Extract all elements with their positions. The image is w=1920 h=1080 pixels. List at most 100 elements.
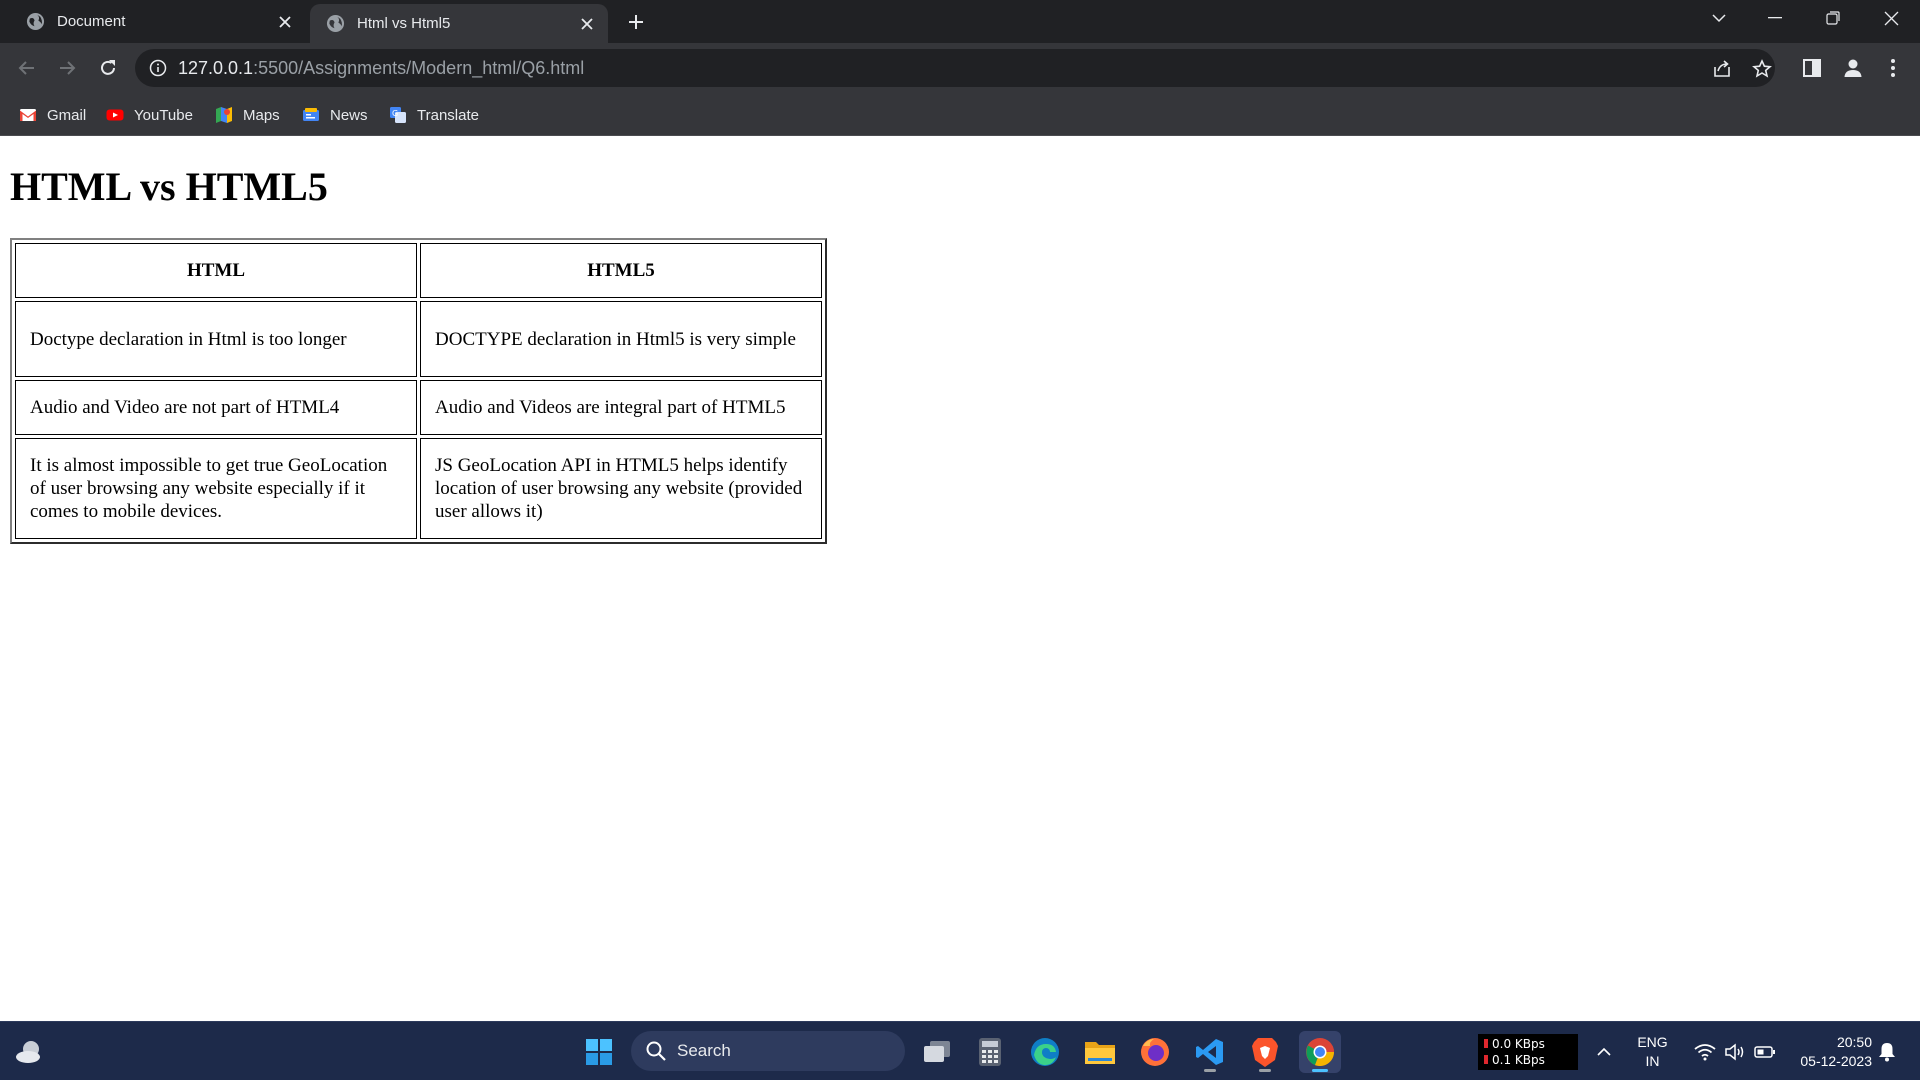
table-cell: Audio and Video are not part of HTML4 bbox=[15, 380, 417, 435]
download-arrow-icon bbox=[1484, 1055, 1488, 1064]
running-indicator bbox=[1312, 1069, 1328, 1072]
column-header-html5: HTML5 bbox=[420, 243, 822, 298]
tab-title: Html vs Html5 bbox=[357, 15, 451, 32]
svg-text:G: G bbox=[392, 109, 398, 118]
windows-logo-icon bbox=[586, 1039, 612, 1065]
close-window-button[interactable] bbox=[1863, 0, 1919, 36]
share-icon[interactable] bbox=[1712, 59, 1732, 79]
firefox-icon bbox=[1141, 1038, 1169, 1066]
taskbar-search[interactable]: Search bbox=[631, 1031, 905, 1071]
reload-icon bbox=[101, 60, 115, 75]
table-cell: DOCTYPE declaration in Html5 is very sim… bbox=[420, 301, 822, 377]
brave-icon bbox=[1252, 1038, 1278, 1067]
quick-settings-button[interactable] bbox=[1685, 1031, 1785, 1073]
bookmark-youtube[interactable]: YouTube bbox=[106, 104, 193, 126]
bell-icon bbox=[1879, 1043, 1895, 1062]
maps-icon bbox=[216, 107, 232, 123]
search-icon bbox=[646, 1041, 666, 1061]
weather-widget[interactable] bbox=[8, 1031, 50, 1073]
taskbar-app-chrome[interactable] bbox=[1299, 1031, 1341, 1073]
menu-button[interactable] bbox=[1880, 55, 1906, 81]
task-view-button[interactable] bbox=[916, 1031, 958, 1073]
url-path: :5500/Assignments/Modern_html/Q6.html bbox=[253, 58, 585, 78]
arrow-right-icon bbox=[60, 61, 76, 75]
wifi-icon bbox=[1694, 1044, 1716, 1061]
bookmark-gmail[interactable]: Gmail bbox=[19, 104, 86, 126]
globe-icon bbox=[326, 14, 345, 33]
bookmark-translate[interactable]: G Translate bbox=[389, 104, 479, 126]
bookmark-news[interactable]: News bbox=[302, 104, 368, 126]
table-cell: It is almost impossible to get true GeoL… bbox=[15, 438, 417, 539]
network-speed-meter: 0.0 KBps 0.1 KBps bbox=[1478, 1034, 1578, 1070]
chrome-icon bbox=[1306, 1038, 1334, 1067]
clock-date: 05-12-2023 bbox=[1800, 1053, 1872, 1069]
table-cell: JS GeoLocation API in HTML5 helps identi… bbox=[420, 438, 822, 539]
vscode-icon bbox=[1196, 1039, 1223, 1065]
tab-html-vs-html5[interactable]: Html vs Html5 bbox=[310, 4, 608, 43]
upload-speed: 0.0 KBps bbox=[1492, 1037, 1545, 1051]
minimize-button[interactable] bbox=[1747, 0, 1803, 36]
minimize-icon bbox=[1768, 17, 1782, 19]
globe-icon bbox=[26, 12, 45, 31]
task-view-icon bbox=[924, 1041, 950, 1062]
battery-icon bbox=[1754, 1046, 1775, 1058]
new-tab-button[interactable] bbox=[620, 6, 652, 38]
tab-document[interactable]: Document bbox=[0, 0, 306, 43]
table-header-row: HTML HTML5 bbox=[15, 243, 822, 298]
bookmark-label: Gmail bbox=[47, 106, 87, 124]
side-panel-icon bbox=[1803, 59, 1821, 77]
tab-search-button[interactable] bbox=[1691, 0, 1747, 36]
bookmark-label: Maps bbox=[243, 106, 280, 124]
table-row: It is almost impossible to get true GeoL… bbox=[15, 438, 822, 539]
arrow-left-icon bbox=[18, 61, 34, 75]
back-button[interactable] bbox=[12, 53, 42, 83]
language-code: ENG bbox=[1637, 1034, 1668, 1050]
forward-button[interactable] bbox=[52, 53, 82, 83]
restore-button[interactable] bbox=[1805, 0, 1861, 36]
taskbar-app-file-explorer[interactable] bbox=[1079, 1031, 1121, 1073]
url-text: 127.0.0.1:5500/Assignments/Modern_html/Q… bbox=[178, 58, 584, 79]
calculator-icon bbox=[979, 1038, 1001, 1066]
input-language-indicator[interactable]: ENG IN bbox=[1630, 1033, 1675, 1071]
table-row: Doctype declaration in Html is too longe… bbox=[15, 301, 822, 377]
weather-cloud-icon bbox=[16, 1041, 40, 1063]
side-panel-button[interactable] bbox=[1799, 55, 1825, 81]
page-viewport: HTML vs HTML5 HTML HTML5 Doctype declara… bbox=[0, 136, 1920, 1021]
chevron-down-icon bbox=[1712, 14, 1726, 23]
start-button[interactable] bbox=[578, 1031, 620, 1073]
show-hidden-icons-button[interactable] bbox=[1583, 1031, 1625, 1073]
address-bar[interactable]: 127.0.0.1:5500/Assignments/Modern_html/Q… bbox=[135, 49, 1775, 87]
reload-button[interactable] bbox=[93, 53, 123, 83]
comparison-table: HTML HTML5 Doctype declaration in Html i… bbox=[10, 238, 827, 544]
bookmarks-bar: Gmail YouTube Maps News G Translate bbox=[0, 93, 1920, 136]
youtube-icon bbox=[106, 109, 124, 121]
page-heading: HTML vs HTML5 bbox=[10, 164, 328, 209]
taskbar-app-edge[interactable] bbox=[1024, 1031, 1066, 1073]
profile-button[interactable] bbox=[1840, 55, 1866, 81]
chevron-up-icon bbox=[1597, 1047, 1611, 1056]
browser-toolbar: 127.0.0.1:5500/Assignments/Modern_html/Q… bbox=[0, 43, 1920, 93]
taskbar-app-calculator[interactable] bbox=[969, 1031, 1011, 1073]
tab-title: Document bbox=[57, 13, 126, 30]
news-icon bbox=[303, 108, 319, 121]
url-host: 127.0.0.1 bbox=[178, 58, 254, 78]
clock[interactable]: 20:50 05-12-2023 bbox=[1782, 1033, 1872, 1071]
running-indicator bbox=[1259, 1069, 1271, 1072]
close-tab-icon[interactable] bbox=[270, 7, 300, 37]
taskbar-app-vscode[interactable] bbox=[1189, 1031, 1231, 1073]
bookmark-label: Translate bbox=[417, 106, 479, 124]
search-label: Search bbox=[677, 1041, 731, 1060]
volume-icon bbox=[1725, 1043, 1744, 1061]
taskbar-app-firefox[interactable] bbox=[1134, 1031, 1176, 1073]
notifications-button[interactable] bbox=[1872, 1031, 1902, 1073]
close-tab-icon[interactable] bbox=[572, 9, 602, 39]
translate-icon: G bbox=[390, 107, 406, 123]
info-icon[interactable] bbox=[149, 59, 167, 77]
table-cell: Audio and Videos are integral part of HT… bbox=[420, 380, 822, 435]
tab-strip: Document Html vs Html5 bbox=[0, 0, 1920, 43]
gmail-icon bbox=[20, 109, 36, 121]
bookmark-star-icon[interactable] bbox=[1752, 59, 1772, 79]
taskbar-app-brave[interactable] bbox=[1244, 1031, 1286, 1073]
bookmark-maps[interactable]: Maps bbox=[215, 104, 280, 126]
edge-icon bbox=[1031, 1038, 1059, 1066]
